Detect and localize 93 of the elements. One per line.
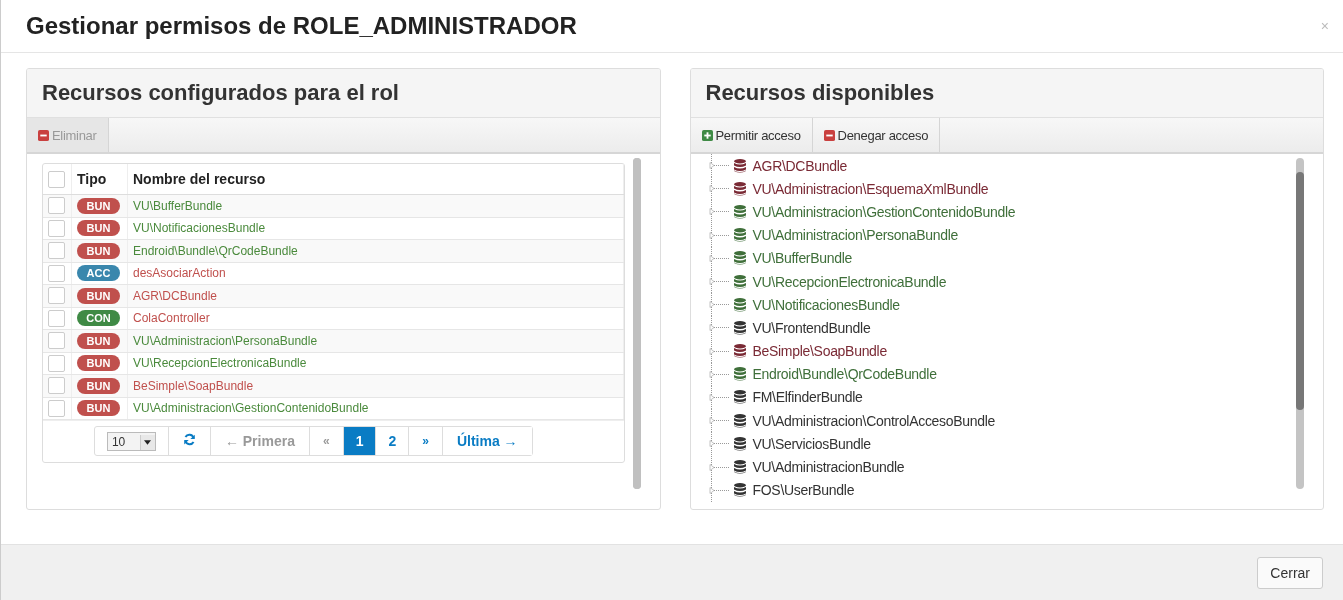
tree-item[interactable]: VU\Administracion\PersonaBundle — [752, 227, 958, 244]
tree-item[interactable]: VU\Administracion\ControlAccesoBundle — [752, 412, 996, 429]
database-icon — [733, 158, 746, 173]
resource-name: BeSimple\SoapBundle — [133, 378, 254, 393]
page-button[interactable]: 1 — [343, 427, 377, 455]
checkbox[interactable] — [48, 219, 65, 237]
tree-item[interactable]: VU\Administracion\EsquemaXmlBundle — [752, 180, 989, 197]
tree-item[interactable]: VU\AdministracionBundle — [752, 459, 905, 476]
minus-icon — [38, 129, 49, 141]
page-size-select[interactable]: 10 — [106, 431, 156, 451]
database-icon — [733, 204, 746, 219]
checkbox[interactable] — [48, 354, 65, 372]
database-icon — [733, 344, 746, 359]
tree-connector-icon — [707, 409, 730, 433]
type-badge: CON — [77, 310, 120, 327]
resource-name: VU\BufferBundle — [133, 198, 223, 213]
close-dialog-button[interactable]: Cerrar — [1257, 556, 1323, 589]
type-badge: BUN — [77, 197, 120, 214]
database-icon — [733, 367, 746, 382]
tree-item[interactable]: VU\FrontendBundle — [752, 319, 871, 336]
checkbox[interactable] — [48, 309, 65, 327]
database-icon — [733, 460, 746, 475]
checkbox[interactable] — [48, 287, 65, 305]
column-header: Nombre del recurso — [127, 164, 623, 195]
tree-connector-icon — [707, 339, 730, 363]
checkbox[interactable] — [48, 197, 65, 215]
type-badge: BUN — [77, 400, 120, 417]
tree-connector-icon — [707, 154, 730, 178]
database-icon — [733, 436, 746, 451]
tree-connector-icon — [707, 478, 730, 502]
type-badge: ACC — [77, 265, 120, 282]
tree-item[interactable]: FM\ElfinderBundle — [752, 389, 863, 406]
refresh-icon — [182, 433, 196, 446]
database-icon — [733, 274, 746, 289]
database-icon — [733, 483, 746, 498]
resource-name: VU\Administracion\PersonaBundle — [133, 333, 318, 348]
tree-connector-icon — [707, 270, 730, 294]
tree-connector-icon — [707, 177, 730, 201]
tree-item[interactable]: VU\ServiciosBundle — [752, 435, 871, 452]
resource-name: desAsociarAction — [133, 266, 226, 281]
resource-name: VU\NotificacionesBundle — [133, 221, 266, 236]
tree-item[interactable]: BeSimple\SoapBundle — [752, 343, 887, 360]
tree-item[interactable]: AGR\DCBundle — [752, 157, 847, 174]
database-icon — [733, 413, 746, 428]
checkbox[interactable] — [48, 170, 65, 188]
checkbox[interactable] — [48, 332, 65, 350]
tree-connector-icon — [707, 200, 730, 224]
database-icon — [733, 390, 746, 405]
resource-name: Endroid\Bundle\QrCodeBundle — [133, 243, 298, 258]
toolbar-button[interactable]: Denegar acceso — [812, 118, 941, 152]
scrollbar[interactable] — [632, 158, 641, 489]
minus-icon — [823, 129, 835, 141]
column-header: Tipo — [71, 164, 128, 195]
checkbox[interactable] — [48, 399, 65, 417]
tree-item[interactable]: VU\Administracion\GestionContenidoBundle — [752, 203, 1016, 220]
panel-title: Recursos disponibles — [705, 80, 935, 106]
tree-item[interactable]: VU\BufferBundle — [752, 250, 853, 267]
type-badge: BUN — [77, 220, 120, 237]
tree-connector-icon — [707, 455, 730, 479]
resource-name: VU\RecepcionElectronicaBundle — [133, 356, 307, 371]
tree-connector-icon — [707, 362, 730, 386]
toolbar-button[interactable]: Permitir acceso — [690, 118, 813, 152]
tree-connector-icon — [707, 385, 730, 409]
database-icon — [733, 181, 746, 196]
database-icon — [733, 251, 746, 266]
panel-title: Recursos configurados para el rol — [42, 80, 399, 106]
tree-connector-icon — [707, 432, 730, 456]
tree-connector-icon — [707, 293, 730, 317]
tree-connector-icon — [707, 246, 730, 270]
dialog-title: Gestionar permisos de ROLE_ADMINISTRADOR — [26, 12, 577, 40]
resource-name: AGR\DCBundle — [133, 288, 218, 303]
resource-name: ColaController — [133, 311, 210, 326]
scrollbar[interactable] — [1296, 158, 1304, 489]
checkbox[interactable] — [48, 242, 65, 260]
resource-name: VU\Administracion\GestionContenidoBundle — [133, 401, 369, 416]
tree-connector-icon — [707, 223, 730, 247]
type-badge: BUN — [77, 377, 120, 394]
type-badge: BUN — [77, 355, 120, 372]
tree-item[interactable]: FOS\UserBundle — [752, 482, 855, 499]
checkbox[interactable] — [48, 264, 65, 282]
checkbox[interactable] — [48, 377, 65, 395]
database-icon — [733, 228, 746, 243]
type-badge: BUN — [77, 332, 120, 349]
type-badge: BUN — [77, 287, 120, 304]
dropdown-icon — [144, 439, 152, 445]
type-badge: BUN — [77, 242, 120, 259]
tree-item[interactable]: Endroid\Bundle\QrCodeBundle — [752, 366, 937, 383]
plus-icon — [701, 129, 713, 141]
tree-item[interactable]: VU\NotificacionesBundle — [752, 296, 900, 313]
database-icon — [733, 297, 746, 312]
tree-item[interactable]: VU\RecepcionElectronicaBundle — [752, 273, 947, 290]
database-icon — [733, 320, 746, 335]
tree-connector-icon — [707, 316, 730, 340]
